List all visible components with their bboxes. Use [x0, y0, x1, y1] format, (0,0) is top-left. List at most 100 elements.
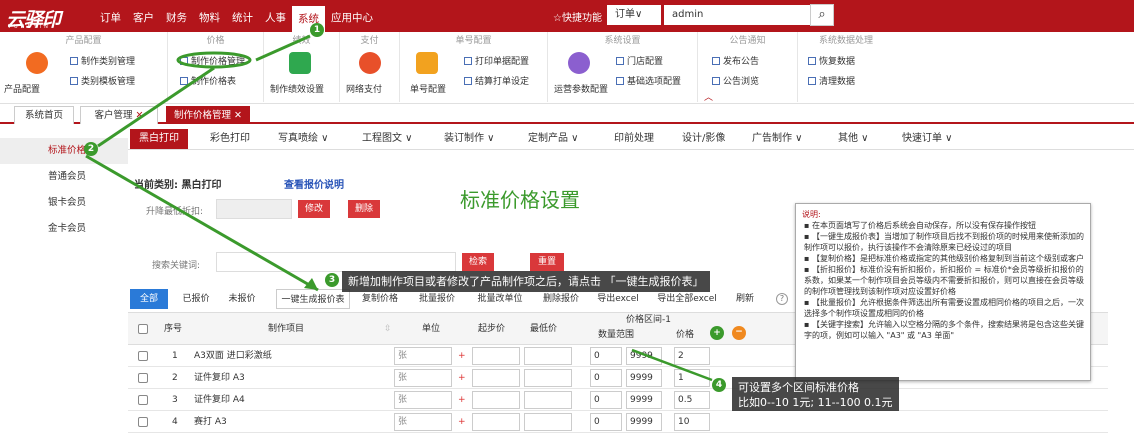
- filter-unquoted-tab[interactable]: 未报价: [222, 289, 262, 309]
- start-price-input[interactable]: [472, 391, 520, 409]
- min-price-input[interactable]: [524, 347, 572, 365]
- clean-data-button[interactable]: 清理数据: [808, 74, 855, 87]
- row-checkbox[interactable]: [138, 373, 148, 383]
- search-type-select[interactable]: 订单∨: [607, 5, 661, 25]
- price-input[interactable]: 10: [674, 413, 710, 431]
- range-from-input[interactable]: 0: [590, 413, 622, 431]
- close-icon[interactable]: ✕: [136, 110, 144, 121]
- nav-material[interactable]: 物料: [193, 0, 226, 32]
- performance-button[interactable]: 制作绩效设置: [270, 82, 324, 95]
- product-config-button[interactable]: 产品配置: [4, 82, 40, 95]
- cat-engineering[interactable]: 工程图文 ∨: [362, 129, 413, 149]
- select-all-checkbox[interactable]: [138, 324, 148, 334]
- delete-price-button[interactable]: 删除报价: [536, 289, 586, 309]
- category-manage-button[interactable]: 制作类别管理: [70, 54, 135, 67]
- min-price-input[interactable]: [524, 413, 572, 431]
- nav-order[interactable]: 订单: [94, 0, 127, 32]
- tab-home[interactable]: 系统首页: [14, 106, 74, 124]
- row-checkbox[interactable]: [138, 395, 148, 405]
- cat-photo-spray[interactable]: 写真喷绘 ∨: [278, 129, 329, 149]
- start-price-input[interactable]: [472, 369, 520, 387]
- row-checkbox[interactable]: [138, 351, 148, 361]
- view-price-instructions-link[interactable]: 查看报价说明: [284, 176, 344, 191]
- add-unit-icon[interactable]: +: [458, 389, 466, 411]
- batch-unit-button[interactable]: 批量改单位: [470, 289, 530, 309]
- delete-button[interactable]: 删除: [348, 200, 380, 218]
- start-price-input[interactable]: [472, 347, 520, 365]
- start-price-input[interactable]: [472, 413, 520, 431]
- add-unit-icon[interactable]: +: [458, 367, 466, 389]
- keyword-input[interactable]: [216, 252, 456, 272]
- close-icon[interactable]: ✕: [234, 110, 242, 121]
- unit-select[interactable]: 张: [394, 369, 452, 387]
- add-unit-icon[interactable]: +: [458, 411, 466, 433]
- min-price-input[interactable]: [524, 369, 572, 387]
- category-template-button[interactable]: 类别模板管理: [70, 74, 135, 87]
- unit-select[interactable]: 张: [394, 347, 452, 365]
- modify-button[interactable]: 修改: [298, 200, 330, 218]
- min-price-input[interactable]: [524, 391, 572, 409]
- batch-price-button[interactable]: 批量报价: [412, 289, 462, 309]
- cat-quick-order[interactable]: 快速订单 ∨: [902, 129, 953, 149]
- reset-button[interactable]: 重置: [530, 253, 564, 271]
- refresh-button[interactable]: 刷新: [730, 289, 760, 309]
- operation-params-button[interactable]: 运营参数配置: [554, 82, 608, 95]
- nav-app-center[interactable]: 应用中心: [325, 0, 379, 32]
- price-input[interactable]: 2: [674, 347, 710, 365]
- price-manage-button[interactable]: 制作价格管理: [180, 54, 245, 67]
- discount-input[interactable]: [216, 199, 292, 219]
- row-checkbox[interactable]: [138, 417, 148, 427]
- range-from-input[interactable]: 0: [590, 391, 622, 409]
- cat-ad[interactable]: 广告制作 ∨: [752, 129, 803, 149]
- price-input[interactable]: 0.5: [674, 391, 710, 409]
- print-receipt-button[interactable]: 打印单据配置: [464, 54, 529, 67]
- search-submit-button[interactable]: 检索: [462, 253, 494, 271]
- nav-stats[interactable]: 统计: [226, 0, 259, 32]
- quick-functions[interactable]: ☆快捷功能: [553, 9, 602, 24]
- search-button[interactable]: ⌕: [810, 4, 834, 26]
- settlement-button[interactable]: 结算打单设定: [464, 74, 529, 87]
- tab-price-manage[interactable]: 制作价格管理 ✕: [166, 106, 250, 124]
- browse-notice-button[interactable]: 公告浏览: [712, 74, 759, 87]
- range-from-input[interactable]: 0: [590, 347, 622, 365]
- price-table-button[interactable]: 制作价格表: [180, 74, 236, 87]
- filter-quoted-tab[interactable]: 已报价: [176, 289, 216, 309]
- sidebar-item-gold[interactable]: 金卡会员: [0, 216, 128, 242]
- number-config-button[interactable]: 单号配置: [410, 82, 446, 95]
- range-to-input[interactable]: 9999: [626, 369, 662, 387]
- cat-binding[interactable]: 装订制作 ∨: [444, 129, 495, 149]
- copy-price-button[interactable]: 复制价格: [356, 289, 404, 309]
- price-input[interactable]: 1: [674, 369, 710, 387]
- filter-all-tab[interactable]: 全部: [130, 289, 168, 309]
- nav-finance[interactable]: 财务: [160, 0, 193, 32]
- cat-custom[interactable]: 定制产品 ∨: [528, 129, 579, 149]
- export-excel-button[interactable]: 导出excel: [592, 289, 644, 309]
- add-unit-icon[interactable]: +: [458, 345, 466, 367]
- nav-hr[interactable]: 人事: [259, 0, 292, 32]
- sidebar-item-normal-member[interactable]: 普通会员: [0, 164, 128, 190]
- restore-data-button[interactable]: 恢复数据: [808, 54, 855, 67]
- nav-customer[interactable]: 客户: [127, 0, 160, 32]
- cat-prepress[interactable]: 印前处理: [614, 129, 654, 149]
- payment-button[interactable]: 网络支付: [346, 82, 382, 95]
- cat-design[interactable]: 设计/影像: [682, 129, 725, 149]
- cat-color-print[interactable]: 彩色打印: [210, 129, 250, 149]
- cat-bw-print[interactable]: 黑白打印: [130, 129, 188, 149]
- range-to-input[interactable]: 9999: [626, 347, 662, 365]
- export-all-excel-button[interactable]: 导出全部excel: [650, 289, 724, 309]
- unit-select[interactable]: 张: [394, 391, 452, 409]
- remove-range-icon[interactable]: −: [732, 326, 746, 340]
- sort-icon[interactable]: ⇳: [384, 318, 392, 340]
- cat-other[interactable]: 其他 ∨: [838, 129, 869, 149]
- sidebar-item-silver[interactable]: 银卡会员: [0, 190, 128, 216]
- range-from-input[interactable]: 0: [590, 369, 622, 387]
- publish-notice-button[interactable]: 发布公告: [712, 54, 759, 67]
- range-to-input[interactable]: 9999: [626, 413, 662, 431]
- basic-options-button[interactable]: 基础选项配置: [616, 74, 681, 87]
- unit-select[interactable]: 张: [394, 413, 452, 431]
- help-icon[interactable]: ?: [776, 293, 788, 305]
- search-input[interactable]: admin: [664, 5, 810, 25]
- store-config-button[interactable]: 门店配置: [616, 54, 663, 67]
- add-range-icon[interactable]: +: [710, 326, 724, 340]
- range-to-input[interactable]: 9999: [626, 391, 662, 409]
